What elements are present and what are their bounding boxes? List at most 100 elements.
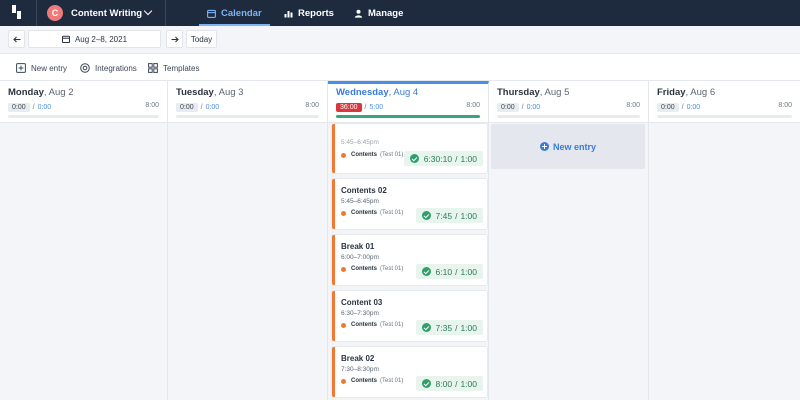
planned-time: 5:00 <box>369 103 384 111</box>
new-entry-slot[interactable]: New entry <box>491 124 645 169</box>
entry-project: Contents (Test 01) <box>341 210 403 216</box>
templates-label: Templates <box>163 63 200 73</box>
entry-duration-badge: 6:30:10/1:00 <box>403 151 483 166</box>
calendar-icon <box>61 35 70 43</box>
time-entry-card[interactable]: Break 01 6:00–7:00pm Contents (Test 01) 6… <box>332 235 487 285</box>
entry-title: Content 03 <box>341 298 383 307</box>
day-name: Wednesday, Aug 4 <box>336 87 419 98</box>
tracked-time-over: 36:00 <box>336 102 362 112</box>
time-entry-card[interactable]: Break 02 7:30–8:30pm Contents (Test 01) 8… <box>332 347 487 397</box>
entry-duration-badge: 6:10/1:00 <box>415 264 483 279</box>
entry-duration-badge: 7:45/1:00 <box>415 208 483 223</box>
entry-title: Contents 02 <box>341 186 387 195</box>
reports-chart-icon <box>284 10 293 17</box>
integrations-label: Integrations <box>95 63 137 73</box>
project-color-dot <box>341 322 346 328</box>
workspace-avatar: C <box>47 5 63 21</box>
day-capacity: 8:00 <box>626 102 640 109</box>
entry-time: 6:30–7:30pm <box>341 310 379 317</box>
new-entry-slot-label: New entry <box>552 141 596 152</box>
entry-time: 5:45–6:45pm <box>341 139 379 146</box>
day-totals: 36:00/5:00 <box>336 101 383 113</box>
date-range-picker[interactable]: Aug 2–8, 2021 <box>28 30 161 48</box>
tracked-time: 0:00 <box>8 102 30 112</box>
day-header-tuesday[interactable]: Tuesday, Aug 3 0:00/0:00 8:00 <box>168 81 328 123</box>
time-entry-card[interactable]: Content 03 6:30–7:30pm Contents (Test 01)… <box>332 291 487 341</box>
templates-button[interactable]: Templates <box>148 54 199 82</box>
tracked-time: 0:00 <box>176 102 198 112</box>
project-color-dot <box>341 210 346 216</box>
new-entry-button[interactable]: New entry <box>16 54 67 82</box>
day-column-tuesday[interactable] <box>168 123 328 400</box>
previous-week-button[interactable] <box>8 30 25 48</box>
day-header-monday[interactable]: Monday, Aug 2 0:00/0:00 8:00 <box>0 81 168 123</box>
day-totals: 0:00/0:00 <box>657 101 700 113</box>
entry-project: Contents (Test 01) <box>341 322 403 328</box>
check-circle-icon <box>421 379 431 388</box>
calendar-icon <box>207 9 216 18</box>
time-entry-card[interactable]: 5:45–6:45pm Contents (Test 01) 6:30:10/1:… <box>332 124 487 173</box>
day-capacity: 8:00 <box>466 102 480 109</box>
entry-time: 6:00–7:00pm <box>341 254 379 261</box>
day-name: Monday, Aug 2 <box>8 87 74 98</box>
plus-circle-icon <box>539 142 549 151</box>
planned-time: 0:00 <box>205 103 220 111</box>
entry-project: Contents (Test 01) <box>341 378 403 384</box>
day-header-friday[interactable]: Friday, Aug 6 0:00/0:00 8:00 <box>649 81 800 123</box>
entry-project: Contents (Test 01) <box>341 266 403 272</box>
user-icon <box>354 9 363 18</box>
check-circle-icon <box>421 267 431 276</box>
workspace-name: Content Writing <box>71 7 143 19</box>
day-header-thursday[interactable]: Thursday, Aug 5 0:00/0:00 8:00 <box>489 81 649 123</box>
add-entry-icon <box>16 63 26 73</box>
day-name: Thursday, Aug 5 <box>497 87 570 98</box>
project-color-dot <box>341 152 346 158</box>
day-header-wednesday[interactable]: Wednesday, Aug 4 36:00/5:00 8:00 <box>328 81 489 123</box>
project-color-dot <box>341 266 346 272</box>
today-button[interactable]: Today <box>186 30 217 48</box>
integrations-icon <box>80 63 90 73</box>
entry-title: Break 01 <box>341 242 375 251</box>
calendar-body: 5:45–6:45pm Contents (Test 01) 6:30:10/1:… <box>0 123 800 400</box>
day-progress-bar <box>336 115 480 118</box>
app-logo[interactable] <box>12 5 24 19</box>
day-name: Tuesday, Aug 3 <box>176 87 244 98</box>
tab-manage[interactable]: Manage <box>354 0 403 26</box>
entry-title: Break 02 <box>341 354 375 363</box>
tab-reports-label: Reports <box>298 7 334 19</box>
tracked-time: 0:00 <box>657 102 679 112</box>
entry-time: 5:45–6:45pm <box>341 198 379 205</box>
date-range-label: Aug 2–8, 2021 <box>74 34 128 44</box>
arrow-right-icon <box>171 36 179 42</box>
chevron-down-icon <box>143 6 153 16</box>
templates-grid-icon <box>148 63 158 73</box>
check-circle-icon <box>421 323 431 332</box>
entry-duration-badge: 8:00/1:00 <box>415 376 483 391</box>
project-color-dot <box>341 378 346 384</box>
day-column-monday[interactable] <box>0 123 168 400</box>
next-week-button[interactable] <box>166 30 183 48</box>
day-progress-bar <box>176 115 319 118</box>
day-totals: 0:00/0:00 <box>497 101 540 113</box>
planned-time: 0:00 <box>526 103 541 111</box>
planned-time: 0:00 <box>37 103 52 111</box>
tracked-time: 0:00 <box>497 102 519 112</box>
day-progress-bar <box>497 115 640 118</box>
integrations-button[interactable]: Integrations <box>80 54 137 82</box>
check-circle-icon <box>421 211 431 220</box>
day-column-friday[interactable] <box>649 123 800 400</box>
tab-calendar[interactable]: Calendar <box>199 0 270 26</box>
day-header-row: Monday, Aug 2 0:00/0:00 8:00 Tuesday, Au… <box>0 81 800 123</box>
time-entry-card[interactable]: Contents 02 5:45–6:45pm Contents (Test 01… <box>332 179 487 229</box>
tab-manage-label: Manage <box>368 7 404 19</box>
day-progress-bar <box>657 115 792 118</box>
day-capacity: 8:00 <box>145 102 159 109</box>
workspace-switcher[interactable]: C Content Writing <box>36 0 166 26</box>
day-totals: 0:00/0:00 <box>8 101 51 113</box>
day-name: Friday, Aug 6 <box>657 87 716 98</box>
tab-reports[interactable]: Reports <box>284 0 334 26</box>
new-entry-label: New entry <box>31 63 68 73</box>
entry-project: Contents (Test 01) <box>341 152 403 158</box>
day-totals: 0:00/0:00 <box>176 101 219 113</box>
top-navigation: C Content Writing Calendar Reports Manag… <box>0 0 800 26</box>
